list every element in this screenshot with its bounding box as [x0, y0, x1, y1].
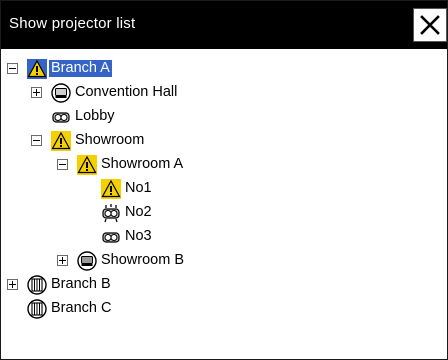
tree-label: Convention Hall — [75, 84, 178, 100]
collapse-toggle[interactable] — [31, 135, 42, 146]
expand-toggle[interactable] — [31, 87, 42, 98]
warning-icon — [101, 179, 121, 199]
tree-label: Lobby — [75, 108, 115, 124]
expand-toggle[interactable] — [57, 255, 68, 266]
projector-icon — [51, 107, 71, 127]
projector-icon — [101, 227, 121, 247]
tree-label: No2 — [125, 204, 152, 220]
tree-label: Showroom A — [101, 156, 184, 172]
projector-on-icon — [101, 203, 121, 223]
collapse-toggle[interactable] — [57, 159, 68, 170]
collapse-toggle[interactable] — [7, 63, 18, 74]
title-bar: Show projector list — [1, 1, 447, 49]
projector-tree: Branch A Convention Hall Lobby Showroom … — [1, 49, 447, 359]
projector-group-icon — [77, 251, 97, 271]
tree-label: No1 — [125, 180, 152, 196]
projector-group-icon — [51, 83, 71, 103]
warning-icon — [51, 131, 71, 151]
window-title: Show projector list — [9, 15, 136, 32]
tree-label: No3 — [125, 228, 152, 244]
projector-list-window: Show projector list Branch A Convention … — [0, 0, 448, 360]
close-button[interactable] — [413, 8, 447, 42]
building-icon — [27, 275, 47, 295]
tree-label: Showroom B — [101, 252, 185, 268]
building-icon — [27, 299, 47, 319]
tree-label: Branch A — [49, 60, 112, 77]
tree-label: Branch C — [51, 300, 112, 316]
warning-icon — [27, 59, 47, 79]
close-icon — [420, 15, 440, 35]
tree-label: Branch B — [51, 276, 111, 292]
warning-icon — [77, 155, 97, 175]
expand-toggle[interactable] — [7, 279, 18, 290]
tree-label: Showroom — [75, 132, 145, 148]
